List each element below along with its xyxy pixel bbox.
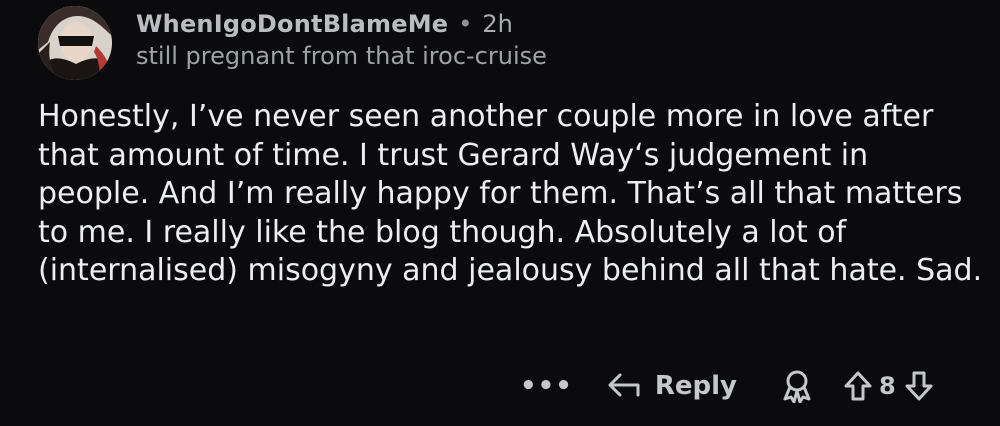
reply-label: Reply — [654, 371, 737, 401]
downvote-icon[interactable] — [904, 370, 934, 402]
comment-actions: ••• Reply 8 — [520, 360, 934, 412]
upvote-icon[interactable] — [843, 370, 873, 402]
avatar[interactable] — [38, 6, 112, 80]
username[interactable]: WhenIgoDontBlameMe — [136, 10, 448, 38]
more-options-icon[interactable]: ••• — [520, 371, 573, 401]
comment-body: Honestly, I’ve never seen another couple… — [38, 99, 983, 288]
vote-count: 8 — [879, 372, 896, 400]
comment: WhenIgoDontBlameMe • 2h still pregnant f… — [0, 0, 1000, 426]
award-icon[interactable] — [781, 369, 813, 403]
reply-button[interactable]: Reply — [607, 371, 737, 401]
user-flair: still pregnant from that iroc-cruise — [136, 42, 547, 70]
timestamp: 2h — [482, 10, 513, 38]
comment-header: WhenIgoDontBlameMe • 2h — [136, 2, 513, 46]
header-separator: • — [458, 10, 473, 38]
reply-arrow-icon — [607, 371, 641, 401]
